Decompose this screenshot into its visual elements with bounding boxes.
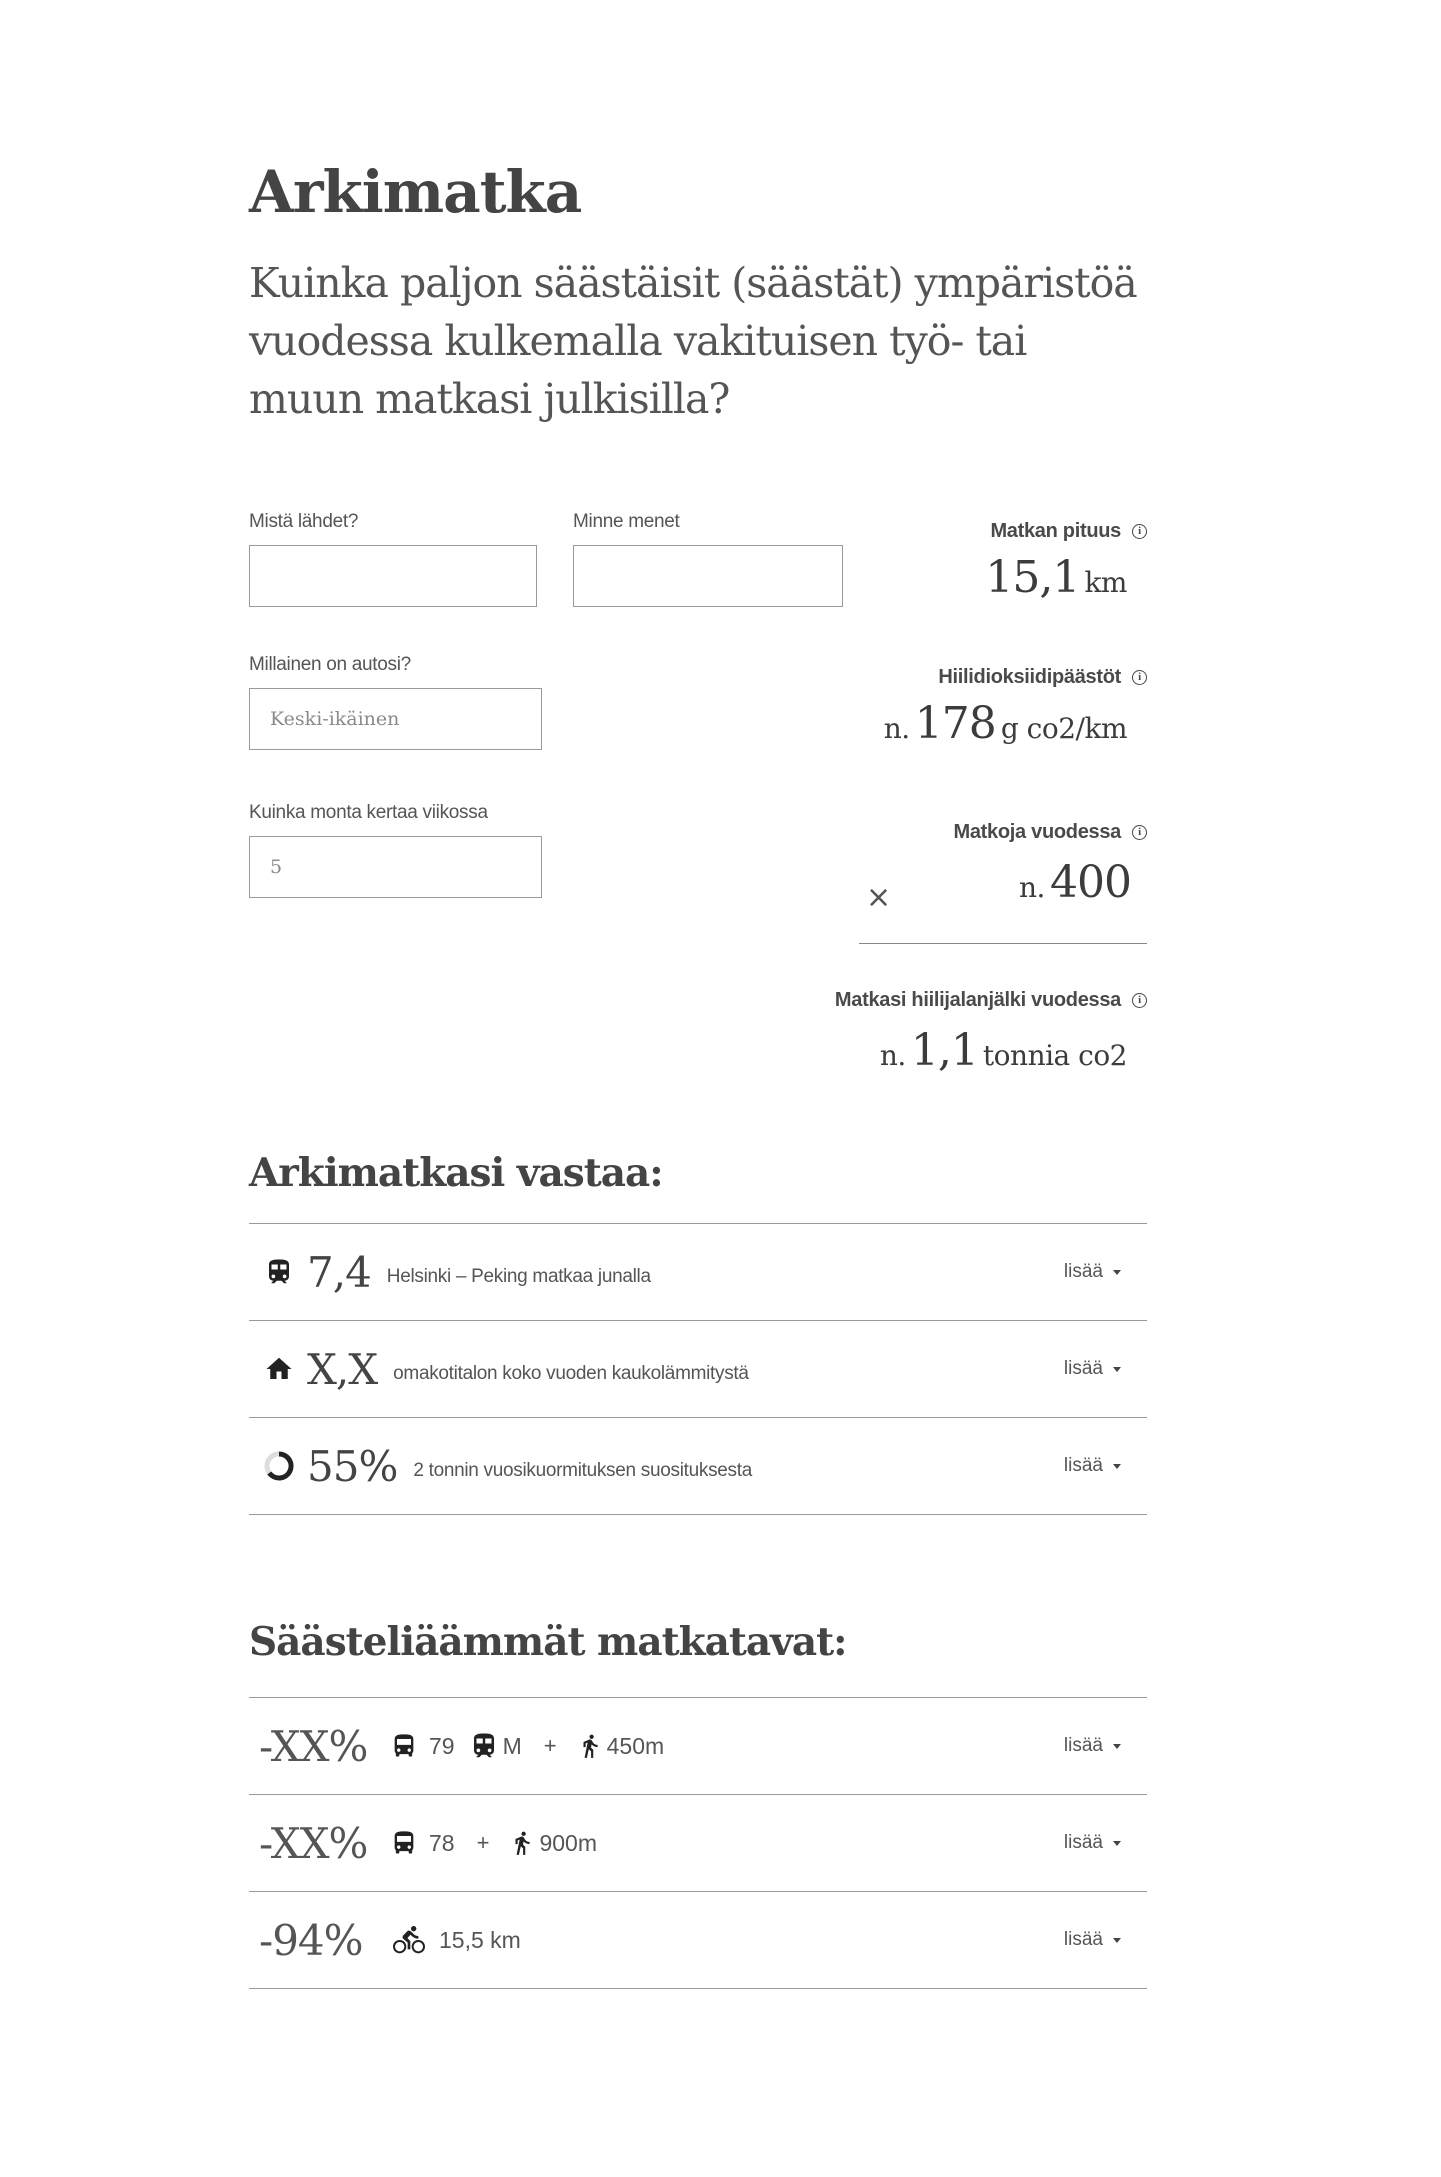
more-button[interactable]: lisää — [1064, 1261, 1121, 1283]
bus-line: 78 — [429, 1829, 455, 1856]
info-icon[interactable]: i — [1132, 670, 1147, 685]
walk-distance: 900m — [539, 1829, 597, 1856]
equivalent-text: Helsinki – Peking matkaa junalla — [386, 1266, 651, 1287]
more-button[interactable]: lisää — [1064, 1358, 1121, 1380]
emissions-number: 178 — [914, 698, 997, 749]
footprint-label-text: Matkasi hiilijalanjälki vuodessa — [834, 989, 1121, 1011]
emissions-prefix: n. — [883, 712, 910, 745]
list-item: -XX% 78 + 900m lisää — [249, 1795, 1147, 1892]
footprint-unit: tonnia co2 — [982, 1039, 1128, 1072]
trips-label: Matkoja vuodessa i — [953, 821, 1147, 844]
length-label-text: Matkan pituus — [990, 520, 1121, 542]
metro-line: M — [502, 1732, 522, 1759]
more-label: lisää — [1063, 1261, 1103, 1282]
emissions-value: n. 178 g co2/km — [883, 698, 1128, 749]
car-label: Millainen on autosi? — [249, 654, 411, 675]
trips-number: 400 — [1050, 857, 1132, 908]
list-item: -94% 15,5 km lisää — [249, 1892, 1147, 1989]
more-label: lisää — [1063, 1455, 1103, 1476]
equivalent-value: X,X — [307, 1344, 378, 1394]
length-number: 15,1 — [985, 552, 1080, 603]
trips-value: n. 400 — [1018, 857, 1132, 908]
more-button[interactable]: lisää — [1064, 1735, 1121, 1757]
more-label: lisää — [1063, 1358, 1103, 1379]
walk-icon — [575, 1729, 605, 1763]
length-value: 15,1 km — [985, 552, 1127, 603]
list-item: 7,4 Helsinki – Peking matkaa junalla lis… — [249, 1224, 1147, 1321]
more-button[interactable]: lisää — [1064, 1929, 1121, 1951]
saving-percent: -XX% — [259, 1721, 368, 1771]
caret-down-icon — [1113, 1937, 1121, 1943]
equivalent-value: 55% — [307, 1441, 398, 1491]
walk-distance: 450m — [606, 1732, 665, 1759]
equivalents-title: Arkimatkasi vastaa: — [249, 1150, 664, 1196]
alternatives-list: -XX% 79 M + 450m lisää -XX% 78 + 900m li… — [249, 1697, 1147, 1989]
info-icon[interactable]: i — [1132, 524, 1147, 539]
route: 15,5 km — [389, 1923, 535, 1957]
emissions-unit: g co2/km — [1000, 712, 1128, 745]
from-label: Mistä lähdet? — [249, 511, 359, 532]
more-label: lisää — [1063, 1735, 1103, 1756]
caret-down-icon — [1113, 1463, 1121, 1469]
equivalents-list: 7,4 Helsinki – Peking matkaa junalla lis… — [249, 1223, 1147, 1515]
more-label: lisää — [1063, 1929, 1103, 1950]
to-input[interactable] — [573, 545, 843, 607]
list-item: -XX% 79 M + 450m lisää — [249, 1698, 1147, 1795]
caret-down-icon — [1113, 1366, 1121, 1372]
more-button[interactable]: lisää — [1064, 1455, 1121, 1477]
page-title: Arkimatka — [249, 158, 582, 226]
footprint-label: Matkasi hiilijalanjälki vuodessa i — [835, 989, 1147, 1012]
bicycle-icon — [389, 1923, 429, 1957]
length-label: Matkan pituus i — [990, 520, 1147, 543]
trips-prefix: n. — [1018, 871, 1045, 904]
equivalent-text: omakotitalon koko vuoden kaukolämmitystä — [393, 1363, 749, 1384]
equivalent-value: 7,4 — [307, 1247, 372, 1297]
trips-label-text: Matkoja vuodessa — [953, 821, 1122, 843]
route: 78 + 900m — [389, 1826, 611, 1860]
times-label: Kuinka monta kertaa viikossa — [249, 802, 488, 823]
caret-down-icon — [1113, 1840, 1121, 1846]
times-input[interactable]: 5 — [249, 836, 542, 898]
emissions-label-text: Hiilidioksiidipäästöt — [938, 666, 1121, 688]
footprint-number: 1,1 — [910, 1025, 979, 1076]
length-unit: km — [1084, 566, 1127, 599]
list-item: X,X omakotitalon koko vuoden kaukolämmit… — [249, 1321, 1147, 1418]
sum-divider — [859, 943, 1147, 944]
house-icon — [263, 1353, 295, 1385]
more-label: lisää — [1063, 1832, 1103, 1853]
info-icon[interactable]: i — [1132, 993, 1147, 1008]
saving-percent: -XX% — [259, 1818, 368, 1868]
bus-icon — [389, 1826, 419, 1860]
alternatives-title: Säästeliäämmät matkatavat: — [249, 1619, 848, 1665]
saving-percent: -94% — [259, 1915, 364, 1965]
footprint-prefix: n. — [879, 1039, 906, 1072]
equivalent-text: 2 tonnin vuosikuormituksen suosituksesta — [413, 1460, 752, 1481]
list-item: 55% 2 tonnin vuosikuormituksen suosituks… — [249, 1418, 1147, 1515]
to-label: Minne menet — [573, 511, 680, 532]
page-container: Arkimatka Kuinka paljon säästäisit (sääs… — [249, 0, 1147, 2177]
info-icon[interactable]: i — [1132, 825, 1147, 840]
more-button[interactable]: lisää — [1064, 1832, 1121, 1854]
plus-sign: + — [476, 1830, 490, 1855]
footprint-value: n. 1,1 tonnia co2 — [879, 1025, 1128, 1076]
route: 79 M + 450m — [389, 1729, 678, 1763]
car-select[interactable]: Keski-ikäinen — [249, 688, 542, 750]
train-icon — [263, 1256, 295, 1288]
metro-icon — [469, 1729, 499, 1763]
page-subtitle: Kuinka paljon säästäisit (säästät) ympär… — [249, 259, 1138, 423]
caret-down-icon — [1113, 1743, 1121, 1749]
walk-icon — [507, 1826, 537, 1860]
emissions-label: Hiilidioksiidipäästöt i — [938, 666, 1147, 689]
plus-sign: + — [543, 1733, 557, 1758]
caret-down-icon — [1113, 1269, 1121, 1275]
from-input[interactable] — [249, 545, 537, 607]
bike-distance: 15,5 km — [439, 1926, 521, 1953]
bus-line: 79 — [429, 1732, 455, 1759]
donut-chart-icon — [263, 1450, 295, 1482]
multiply-icon: × — [866, 880, 892, 915]
bus-icon — [389, 1729, 419, 1763]
